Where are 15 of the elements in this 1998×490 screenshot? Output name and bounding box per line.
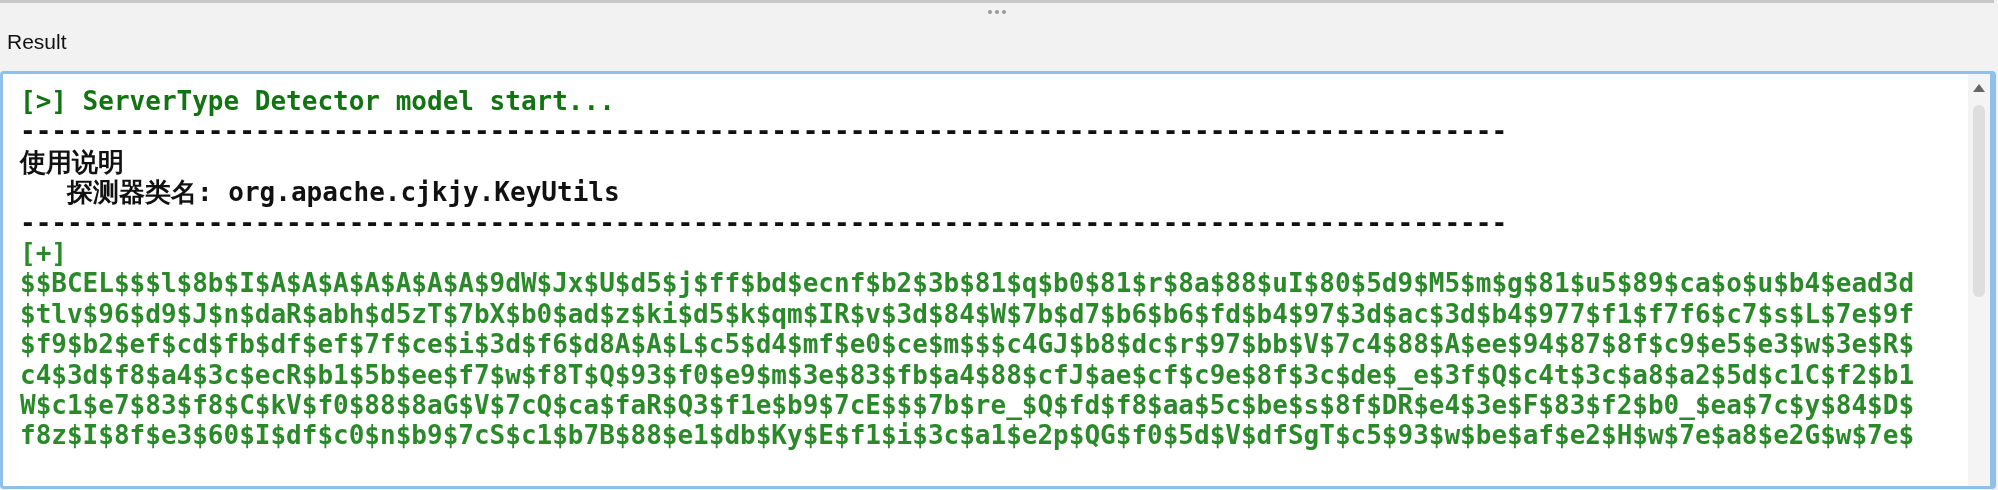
output-line: $$BCEL$$$l$8b$I$A$A$A$A$A$A$A$9dW$Jx$U$d5$j$ff$bd$ecnf$b2$3b$81$q$b0$81$r$8a$88$uI$80$5d9$M5$m$g$81$u5$89$ca$o$u$b4$ead3d: [20, 268, 1915, 299]
output-line: [+]: [20, 238, 67, 269]
panel-title: Result: [7, 30, 67, 54]
console-text-line: 探测器类名: org.apache.cjkjy.KeyUtils: [65, 177, 620, 208]
output-line: c4$3d$f8$a4$3c$ecR$b1$5b$ee$f7$w$f8T$Q$93$f0$e9$m$3e$83$fb$a4$88$cfJ$ae$cf$c9e$8f$3c$de$_e$3f$Q$c4t$3c$a8$a2$5d$c1C$f2$b1: [20, 359, 1915, 391]
output-line: $f9$b2$ef$cd$fb$df$ef$7f$ce$i$3d$f6$d8A$A$L$c5$d4$mf$e0$ce$m$$$c4GJ$b8$dc$r$97$bb$V$7c4$88$A$ee$94$87$8f$c9$e5$e3$w$3e$R$: [20, 329, 1915, 360]
output-line: W$c1$e7$83$f8$C$kV$f0$88$8aG$V$7cQ$ca$faR$Q3$f1e$b9$7cE$$$7b$re_$Q$fd$f8$aa$5c$be$s$8f$DR$e4$3e$F$83$f2$b0_$ea$7c$y$84$D$: [20, 390, 1915, 421]
divider-line: -----------------------------------------------------------------------------------------------: [20, 116, 1508, 147]
output-line: f8z$I$8f$e3$60$I$df$c0$n$b9$7cS$c1$b7B$88$e1$db$Ky$E$f1$i$3c$a1$e2p$QG$f0$5d$V$dfSgT$c5$93$w$be$af$e2$H$w$7e$a8$e2G$w$7e$: [20, 420, 1915, 451]
divider-line: -----------------------------------------------------------------------------------------------: [20, 207, 1508, 239]
console-text-line: 使用说明: [20, 146, 124, 178]
output-line: $tlv$96$d9$J$n$daR$abh$d5zT$7bX$b0$ad$z$ki$d5$k$qm$IR$v$3d$84$W$7b$d7$b6$b6$fd$b4$97$3d$ac$3d$b4$977$f1$f7f6$c7$s$L$7e$9f: [20, 298, 1915, 330]
scrollbar[interactable]: [1968, 74, 1990, 486]
scroll-up-arrow-icon[interactable]: [1973, 84, 1985, 92]
console-header-line: [>] ServerType Detector model start...: [20, 86, 615, 117]
